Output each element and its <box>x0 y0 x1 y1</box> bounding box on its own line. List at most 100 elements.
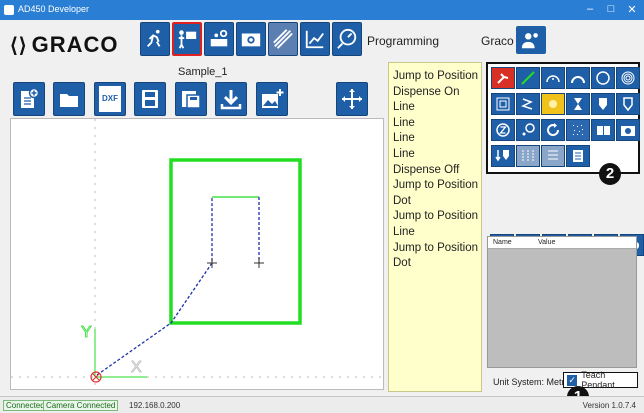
new-file-button[interactable] <box>13 82 45 116</box>
user-label: Graco <box>481 34 514 48</box>
palette-dispense-on-button[interactable] <box>591 93 615 115</box>
command-palette <box>486 62 640 174</box>
z-axis-icon <box>496 123 510 137</box>
graco-logo: ⟨⟩ GRACO <box>10 32 119 58</box>
user-button[interactable] <box>516 26 546 54</box>
add-image-icon <box>262 89 284 108</box>
output-icon <box>548 150 558 160</box>
io-icon <box>522 150 534 162</box>
palette-spiral-button[interactable] <box>616 67 640 89</box>
column-header-value[interactable]: Value <box>533 237 555 248</box>
maximize-button[interactable]: □ <box>601 3 621 15</box>
program-list[interactable]: Jump to Position Dispense On Line Line L… <box>388 62 482 392</box>
program-step[interactable]: Line <box>393 147 477 163</box>
mode-label: Programming <box>367 34 440 48</box>
table-header: Name Value <box>488 237 636 249</box>
program-step[interactable]: Line <box>393 225 477 241</box>
palette-line-button[interactable] <box>516 67 540 89</box>
program-step[interactable]: Jump to Position <box>393 241 478 257</box>
palette-vision-button[interactable] <box>616 119 640 141</box>
palette-io-button[interactable] <box>516 145 540 167</box>
palette-dispense-off-button[interactable] <box>616 93 640 115</box>
program-step[interactable]: Dispense On <box>393 85 477 101</box>
program-step[interactable]: Dispense Off <box>393 163 477 179</box>
programming-button[interactable] <box>172 22 202 56</box>
spiral-icon <box>621 71 635 85</box>
palette-copy-button[interactable] <box>591 119 615 141</box>
rect-fill-icon <box>496 97 510 111</box>
program-step[interactable]: Jump to Position <box>393 209 478 225</box>
program-step[interactable]: Dot <box>393 194 477 210</box>
teach-pendant-label: Teach Pendant <box>581 370 615 390</box>
pattern-icon <box>573 125 583 135</box>
camera-button[interactable] <box>236 22 266 56</box>
jump-icon <box>497 73 509 84</box>
program-step[interactable]: Dot <box>393 256 477 272</box>
palette-arc-button[interactable] <box>541 67 565 89</box>
dxf-label: DXF <box>102 94 118 103</box>
run-button[interactable] <box>140 22 170 56</box>
palette-offset-button[interactable] <box>516 119 540 141</box>
calibrate-icon <box>273 29 293 49</box>
unit-system-label: Unit System: Metric <box>493 377 572 387</box>
palette-pattern-button[interactable] <box>566 119 590 141</box>
palette-jump-button[interactable] <box>491 67 515 89</box>
program-step[interactable]: Line <box>393 116 477 132</box>
dispense-off-icon <box>623 97 633 112</box>
ip-address: 192.168.0.200 <box>129 401 181 410</box>
import-dxf-button[interactable]: DXF <box>94 82 126 116</box>
app-icon <box>4 5 14 15</box>
minimize-button[interactable]: – <box>580 3 600 15</box>
pan-button[interactable] <box>336 82 368 116</box>
palette-notes-button[interactable] <box>566 145 590 167</box>
calibrate-button[interactable] <box>268 22 298 56</box>
palette-circle-button[interactable] <box>591 67 615 89</box>
palette-repeat-button[interactable] <box>541 119 565 141</box>
run-icon <box>147 29 161 47</box>
connection-status: Connected <box>3 400 48 411</box>
line-icon <box>521 71 535 85</box>
palette-output-button[interactable] <box>541 145 565 167</box>
variables-table[interactable]: Name Value <box>487 236 637 368</box>
window-title: AD450 Developer <box>18 4 90 14</box>
path-canvas[interactable]: Y X <box>10 118 384 390</box>
arc-3pt-icon <box>571 76 585 84</box>
add-image-button[interactable] <box>256 82 288 116</box>
jump-path[interactable] <box>96 197 260 376</box>
palette-arc-3pt-button[interactable] <box>566 67 590 89</box>
path-drawing: Y X <box>11 119 383 389</box>
program-step[interactable]: Jump to Position <box>393 178 478 194</box>
download-button[interactable] <box>215 82 247 116</box>
dot-markers <box>207 258 264 268</box>
column-header-name[interactable]: Name <box>488 237 533 248</box>
palette-wait-button[interactable] <box>566 93 590 115</box>
save-as-button[interactable] <box>175 82 207 116</box>
status-bar: Connected Camera Connected 192.168.0.200… <box>0 396 644 413</box>
program-step[interactable]: Line <box>393 100 477 116</box>
logo-text: GRACO <box>31 32 119 57</box>
open-file-button[interactable] <box>53 82 85 116</box>
chart-button[interactable] <box>300 22 330 56</box>
palette-rect-fill-button[interactable] <box>491 93 515 115</box>
dispense-setup-button[interactable] <box>204 22 234 56</box>
dot-icon <box>549 100 557 108</box>
programming-icon <box>178 30 197 49</box>
palette-dot-button[interactable] <box>541 93 565 115</box>
close-button[interactable]: ✕ <box>622 3 642 16</box>
palette-polyline-button[interactable] <box>516 93 540 115</box>
dispense-rectangle-path[interactable] <box>169 158 302 325</box>
palette-z-move-button[interactable] <box>491 119 515 141</box>
hourglass-icon <box>574 98 582 110</box>
program-step[interactable]: Line <box>393 131 477 147</box>
camera-icon <box>241 33 261 47</box>
save-button[interactable] <box>134 82 166 116</box>
palette-dispense-down-button[interactable] <box>491 145 515 167</box>
download-icon <box>220 90 242 110</box>
dispense-on-icon <box>599 98 607 110</box>
pressure-button[interactable] <box>332 22 362 56</box>
program-step[interactable]: Jump to Position <box>393 69 478 85</box>
folder-icon <box>60 94 78 107</box>
users-icon <box>521 33 538 49</box>
notes-icon <box>573 150 583 162</box>
graco-mark-icon: ⟨⟩ <box>10 35 28 57</box>
